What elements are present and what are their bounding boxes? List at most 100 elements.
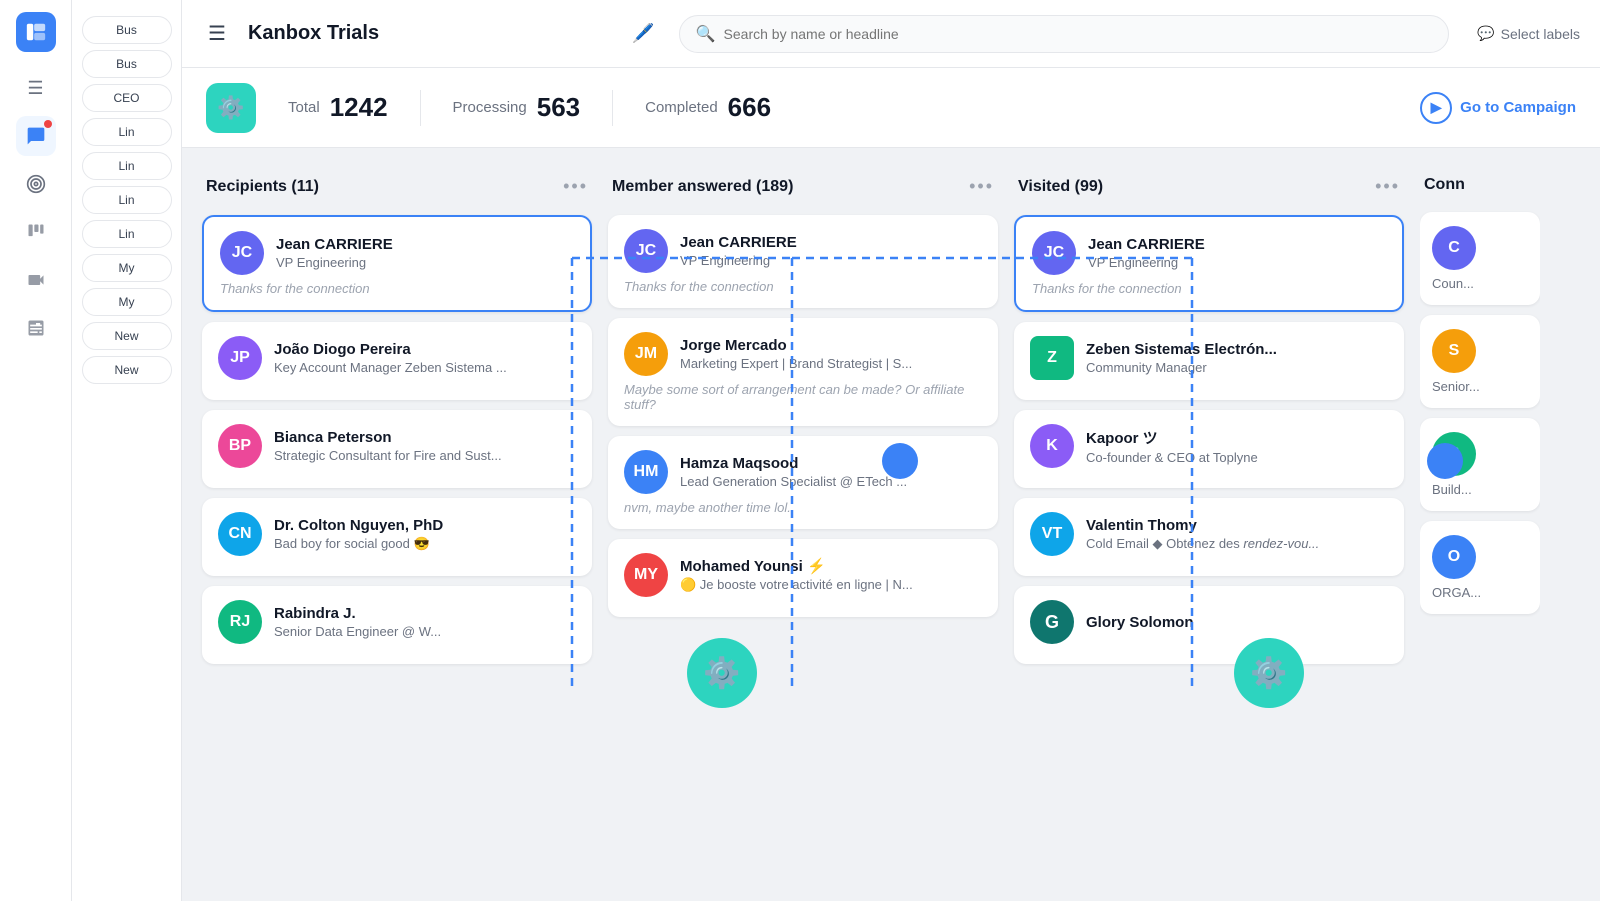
sidebar-notes-icon[interactable] xyxy=(16,308,56,348)
sidebar-menu-icon[interactable]: ☰ xyxy=(16,68,56,108)
avatar-hamza: HM xyxy=(624,450,668,494)
total-value: 1242 xyxy=(330,92,388,123)
avatar-joao: JP xyxy=(218,336,262,380)
card-jorge[interactable]: JM Jorge Mercado Marketing Expert | Bran… xyxy=(608,318,998,426)
person-name: Kapoor ツ xyxy=(1086,427,1258,448)
person-title: Community Manager xyxy=(1086,360,1277,375)
search-bar[interactable]: 🔍 xyxy=(679,15,1450,53)
processing-label: Processing xyxy=(453,99,527,116)
label-chip[interactable]: My xyxy=(82,254,172,282)
card-message: Thanks for the connection xyxy=(1032,281,1386,296)
processing-value: 563 xyxy=(537,92,580,123)
sidebar-video-icon[interactable] xyxy=(16,260,56,300)
column-header-conn: Conn xyxy=(1420,168,1540,202)
person-title: Cold Email ◆ Obtenez des rendez-vou... xyxy=(1086,536,1319,552)
label-chip[interactable]: New xyxy=(82,322,172,350)
card-kapoor[interactable]: K Kapoor ツ Co-founder & CEO at Toplyne xyxy=(1014,410,1404,488)
edit-icon[interactable]: 🖊️ xyxy=(632,23,654,44)
total-label: Total xyxy=(288,99,320,116)
card-mohamed[interactable]: MY Mohamed Younsi ⚡ 🟡 Je booste votre ac… xyxy=(608,539,998,617)
person-title: VP Engineering xyxy=(1088,255,1205,270)
search-input[interactable] xyxy=(724,26,1433,42)
card-colton[interactable]: CN Dr. Colton Nguyen, PhD Bad boy for so… xyxy=(202,498,592,576)
label-chip[interactable]: Lin xyxy=(82,118,172,146)
card-message: nvm, maybe another time lol. xyxy=(624,500,982,515)
hamburger-icon[interactable]: ☰ xyxy=(202,15,232,52)
card-jean-2[interactable]: JC Jean CARRIERE VP Engineering Thanks f… xyxy=(608,215,998,308)
partial-card-1[interactable]: C Coun... xyxy=(1420,212,1540,305)
person-title: Bad boy for social good 😎 xyxy=(274,536,443,552)
avatar-jean-2: JC xyxy=(624,229,668,273)
card-hamza[interactable]: HM Hamza Maqsood Lead Generation Special… xyxy=(608,436,998,529)
avatar-zeben: Z xyxy=(1030,336,1074,380)
partial-card-3[interactable]: B Build... xyxy=(1420,418,1540,511)
label-chip[interactable]: Lin xyxy=(82,186,172,214)
label-chip[interactable]: Lin xyxy=(82,152,172,180)
total-stat: Total 1242 xyxy=(288,92,388,123)
label-chip[interactable]: Lin xyxy=(82,220,172,248)
sidebar-messages-icon[interactable] xyxy=(16,116,56,156)
avatar-glory: G xyxy=(1030,600,1074,644)
stats-bar: ⚙️ Total 1242 Processing 563 Completed 6… xyxy=(182,68,1600,148)
card-jean-1[interactable]: JC Jean CARRIERE VP Engineering Thanks f… xyxy=(202,215,592,312)
topbar: ☰ Kanbox Trials 🖊️ 🔍 💬 Select labels xyxy=(182,0,1600,68)
avatar-jorge: JM xyxy=(624,332,668,376)
go-campaign-label: Go to Campaign xyxy=(1460,99,1576,116)
person-name: João Diogo Pereira xyxy=(274,341,507,358)
person-title: Senior... xyxy=(1432,379,1528,394)
column-title-recipients: Recipients (11) xyxy=(206,178,319,196)
column-menu-member-answered[interactable]: ••• xyxy=(969,176,994,197)
app-logo[interactable] xyxy=(16,12,56,52)
person-name: Jorge Mercado xyxy=(680,337,912,354)
sidebar-target-icon[interactable] xyxy=(16,164,56,204)
sidebar-kanban-icon[interactable] xyxy=(16,212,56,252)
avatar-rabindra: RJ xyxy=(218,600,262,644)
column-visited: Visited (99) ••• JC Jean CARRIERE VP Eng… xyxy=(1014,168,1404,881)
card-zeben[interactable]: Z Zeben Sistemas Electrón... Community M… xyxy=(1014,322,1404,400)
card-valentin[interactable]: VT Valentin Thomy Cold Email ◆ Obtenez d… xyxy=(1014,498,1404,576)
main-content: ☰ Kanbox Trials 🖊️ 🔍 💬 Select labels ⚙️ … xyxy=(182,0,1600,901)
partial-card-4[interactable]: O ORGA... xyxy=(1420,521,1540,614)
person-name: Jean CARRIERE xyxy=(680,234,797,251)
column-header-recipients: Recipients (11) ••• xyxy=(202,168,592,205)
go-campaign-button[interactable]: ▶ Go to Campaign xyxy=(1420,92,1576,124)
select-labels-button[interactable]: 💬 Select labels xyxy=(1477,25,1580,42)
card-rabindra[interactable]: RJ Rabindra J. Senior Data Engineer @ W.… xyxy=(202,586,592,664)
sidebar: ☰ xyxy=(0,0,72,901)
label-chip[interactable]: CEO xyxy=(82,84,172,112)
column-title-visited: Visited (99) xyxy=(1018,178,1103,196)
go-campaign-icon: ▶ xyxy=(1420,92,1452,124)
search-icon: 🔍 xyxy=(696,24,716,44)
label-chip[interactable]: Bus xyxy=(82,50,172,78)
person-title: ORGA... xyxy=(1432,585,1528,600)
avatar-p1: C xyxy=(1432,226,1476,270)
person-name: Valentin Thomy xyxy=(1086,517,1319,534)
person-title: Build... xyxy=(1432,482,1528,497)
person-title: Lead Generation Specialist @ ETech ... xyxy=(680,474,907,489)
column-header-visited: Visited (99) ••• xyxy=(1014,168,1404,205)
column-recipients: Recipients (11) ••• JC Jean CARRIERE VP … xyxy=(202,168,592,881)
label-chip[interactable]: New xyxy=(82,356,172,384)
label-chip[interactable]: My xyxy=(82,288,172,316)
avatar-p2: S xyxy=(1432,329,1476,373)
person-name: Dr. Colton Nguyen, PhD xyxy=(274,517,443,534)
card-joao[interactable]: JP João Diogo Pereira Key Account Manage… xyxy=(202,322,592,400)
card-jean-3[interactable]: JC Jean CARRIERE VP Engineering Thanks f… xyxy=(1014,215,1404,312)
completed-label: Completed xyxy=(645,99,718,116)
person-name: Rabindra J. xyxy=(274,605,441,622)
person-title: Co-founder & CEO at Toplyne xyxy=(1086,450,1258,465)
avatar-mohamed: MY xyxy=(624,553,668,597)
label-chip[interactable]: Bus xyxy=(82,16,172,44)
card-bianca[interactable]: BP Bianca Peterson Strategic Consultant … xyxy=(202,410,592,488)
person-title: VP Engineering xyxy=(276,255,393,270)
column-menu-visited[interactable]: ••• xyxy=(1375,176,1400,197)
stats-gear-icon: ⚙️ xyxy=(206,83,256,133)
avatar-colton: CN xyxy=(218,512,262,556)
card-message: Maybe some sort of arrangement can be ma… xyxy=(624,382,982,412)
card-glory[interactable]: G Glory Solomon xyxy=(1014,586,1404,664)
partial-card-2[interactable]: S Senior... xyxy=(1420,315,1540,408)
avatar-p3: B xyxy=(1432,432,1476,476)
person-title: Senior Data Engineer @ W... xyxy=(274,624,441,639)
avatar-p4: O xyxy=(1432,535,1476,579)
column-menu-recipients[interactable]: ••• xyxy=(563,176,588,197)
